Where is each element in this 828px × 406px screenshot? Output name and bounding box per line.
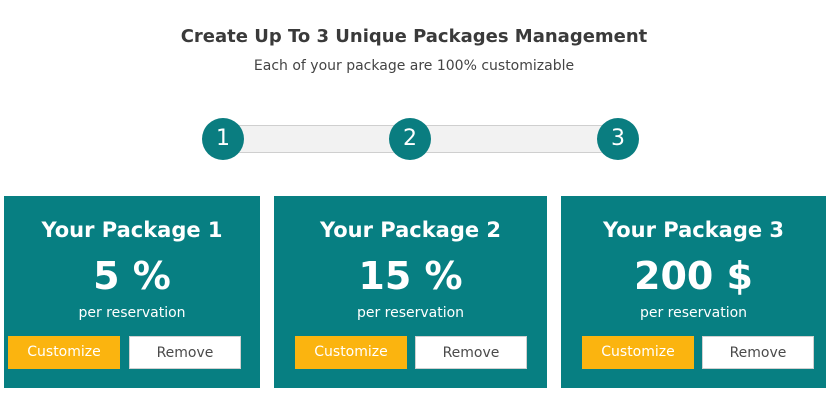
package-card-2: Your Package 2 15 % per reservation Cust… [274,196,547,388]
customize-button[interactable]: Customize [295,336,407,369]
package-value: 15 % [358,254,463,298]
remove-button[interactable]: Remove [702,336,814,369]
package-value: 5 % [93,254,171,298]
page-title: Create Up To 3 Unique Packages Managemen… [180,26,648,47]
page-subtitle: Each of your package are 100% customizab… [253,58,575,74]
package-card-1: Your Package 1 5 % per reservation Custo… [4,196,260,388]
step-3[interactable]: 3 [597,118,639,160]
package-title: Your Package 2 [319,218,502,242]
package-stepper: 1 2 3 [201,118,641,162]
customize-button[interactable]: Customize [8,336,120,369]
remove-button[interactable]: Remove [415,336,527,369]
package-title: Your Package 3 [602,218,785,242]
customize-button[interactable]: Customize [582,336,694,369]
remove-button[interactable]: Remove [129,336,241,369]
step-2[interactable]: 2 [389,118,431,160]
package-title: Your Package 1 [41,218,223,242]
package-subtitle: per reservation [78,305,186,321]
package-subtitle: per reservation [639,305,748,321]
package-subtitle: per reservation [356,305,465,321]
package-card-3: Your Package 3 200 $ per reservation Cus… [561,196,826,388]
step-1[interactable]: 1 [202,118,244,160]
package-value: 200 $ [634,254,753,298]
